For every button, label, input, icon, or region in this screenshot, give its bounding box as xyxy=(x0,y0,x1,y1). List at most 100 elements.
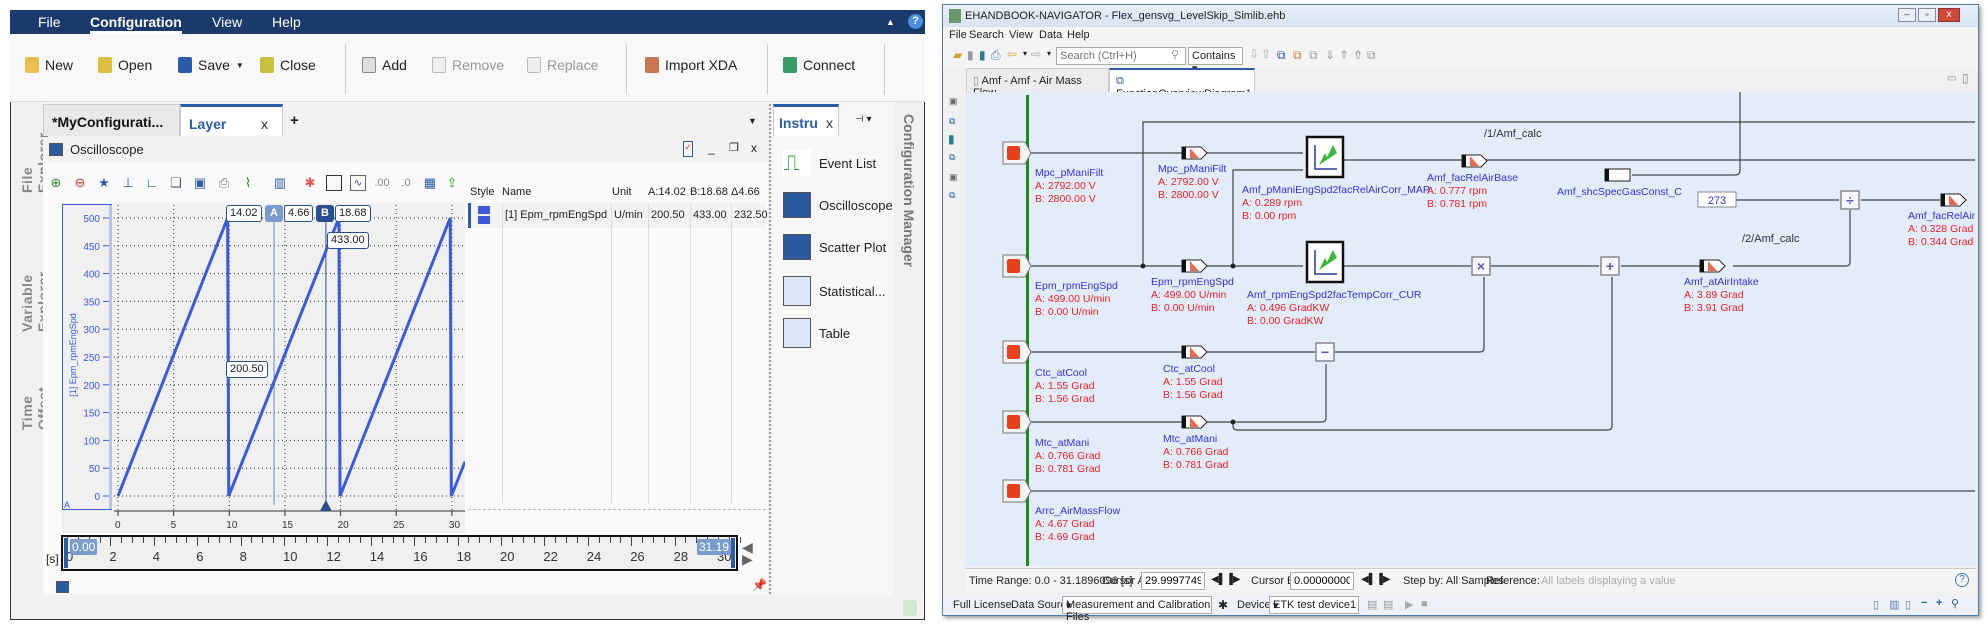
signal-name[interactable]: Arrc_AirMassFlow xyxy=(1035,505,1121,517)
y-axis-scale-icon[interactable]: ⊥ xyxy=(120,175,136,191)
device-connect-icon[interactable]: ▤ xyxy=(1383,598,1393,611)
table-check-icon[interactable]: ▦ xyxy=(422,175,438,191)
save-icon[interactable]: ▮ xyxy=(967,48,974,62)
cursor-b-badge[interactable]: B xyxy=(316,205,334,222)
legend-header-unit[interactable]: Unit xyxy=(612,186,632,198)
export-icon[interactable]: ⇪ xyxy=(444,175,460,191)
search-icon[interactable]: ⚲ xyxy=(1171,48,1179,61)
fit-star-icon[interactable]: ★ xyxy=(96,175,112,191)
x-axis-scale-icon[interactable]: ∟ xyxy=(144,175,160,191)
range-start-handle[interactable] xyxy=(64,538,68,568)
print-icon[interactable]: ⎙ xyxy=(216,175,232,191)
hierarchy-highlight-icon[interactable]: ⧉ xyxy=(1293,48,1302,63)
operator-block[interactable]: × xyxy=(1471,256,1491,276)
settings-gear-icon[interactable]: ✱ xyxy=(302,175,318,191)
minimize-window-button[interactable]: – xyxy=(1898,8,1916,22)
hierarchy-icon[interactable]: ⧉ xyxy=(949,190,955,201)
map-block[interactable] xyxy=(1305,135,1345,179)
signal-name[interactable]: Mtc_atMani xyxy=(1035,437,1089,449)
hierarchy-icon[interactable]: ⧉ xyxy=(949,116,955,127)
hierarchy-icon[interactable]: ⧉ xyxy=(1277,48,1286,63)
signal-name[interactable]: Amf_pManiEngSpd2facRelAirCorr_MAP xyxy=(1242,184,1430,196)
measurement-block[interactable] xyxy=(1181,415,1208,429)
cursor-b-input[interactable] xyxy=(1290,572,1354,590)
next-result-icon[interactable]: ⇩ xyxy=(1249,47,1259,61)
help-icon[interactable]: ? xyxy=(1955,573,1969,587)
oscilloscope-small-icon[interactable] xyxy=(56,581,69,593)
save-button[interactable]: Save ▼ xyxy=(178,57,244,73)
inport-block[interactable] xyxy=(1002,410,1032,434)
checklist-icon[interactable]: ✓ xyxy=(683,141,693,157)
menu-view[interactable]: View xyxy=(212,14,242,30)
instrument-statistical[interactable]: Statistical... xyxy=(783,276,885,306)
remove-button[interactable]: Remove xyxy=(432,57,504,73)
scroll-arrows-icon[interactable]: ◀ ▶ xyxy=(742,540,753,566)
close-icon[interactable]: x xyxy=(751,141,757,155)
time-range-slider[interactable]: 0 2 4 6 8 10 12 14 16 18 20 22 24 26 28 30 xyxy=(61,535,741,571)
tab-layer[interactable]: Layer x xyxy=(180,104,283,136)
constant-block[interactable]: 273 xyxy=(1697,191,1737,208)
side-tab-configuration-manager[interactable]: Configuration Manager xyxy=(901,114,917,267)
inport-block[interactable] xyxy=(1002,340,1032,364)
filter-icon[interactable]: ⧉ xyxy=(1367,48,1376,63)
device-select[interactable]: ETK test device1 ▾ xyxy=(1269,596,1359,614)
tab-list-dropdown-icon[interactable]: ▼ xyxy=(748,116,757,126)
open-folder-icon[interactable]: ▰ xyxy=(953,48,962,62)
signal-name[interactable]: Amf_atAirIntake xyxy=(1684,276,1759,288)
measurement-block[interactable] xyxy=(1940,193,1967,207)
restore-icon[interactable]: ❐ xyxy=(729,141,739,154)
increase-decimals-icon[interactable]: .00 xyxy=(374,175,390,191)
inport-block[interactable] xyxy=(1002,479,1032,503)
inport-block[interactable] xyxy=(1002,141,1032,165)
range-end-handle[interactable] xyxy=(731,538,735,568)
pin-icon[interactable]: 📌 xyxy=(752,578,767,592)
instrument-table[interactable]: Table xyxy=(783,318,850,348)
help-icon[interactable]: ? xyxy=(908,14,923,29)
cursor-a-step-buttons[interactable]: ◀▌▐▶ xyxy=(1211,574,1241,585)
instrument-event-list[interactable]: ⎍ Event List xyxy=(783,150,876,176)
diagram-icon[interactable]: ⧉ xyxy=(949,152,955,163)
cursor-a-badge[interactable]: A xyxy=(265,205,283,222)
signal-name[interactable]: Amf_facRelAir xyxy=(1908,210,1976,222)
close-window-button[interactable]: x xyxy=(1938,8,1960,22)
signal-name[interactable]: Mtc_atMani xyxy=(1163,433,1217,445)
connect-button[interactable]: Connect xyxy=(783,57,855,73)
minimize-icon[interactable]: _ xyxy=(708,141,715,155)
signal-name[interactable]: Epm_rpmEngSpd xyxy=(1151,276,1234,288)
previous-result-icon[interactable]: ⇧ xyxy=(1261,47,1271,61)
tab-myconfiguration[interactable]: *MyConfigurati... ▼ xyxy=(43,104,180,145)
add-button[interactable]: Add xyxy=(362,57,407,73)
menu-help[interactable]: Help xyxy=(1067,29,1090,41)
tab-function-overview-diagram[interactable]: ⧉ FunctionOverviewDiagram1 X xyxy=(1109,68,1255,112)
open-button[interactable]: Open xyxy=(98,57,152,73)
search-mode-dropdown[interactable]: Contains ▾ xyxy=(1188,47,1243,75)
maximize-window-button[interactable]: ▫ xyxy=(1918,8,1936,22)
collapse-ribbon-icon[interactable]: ▲ xyxy=(886,17,895,27)
operator-block[interactable]: + xyxy=(1600,256,1620,276)
hierarchy-collapse-icon[interactable]: ⧉ xyxy=(1309,48,1318,63)
minimize-view-icon[interactable]: ▭ xyxy=(1947,73,1956,84)
close-button[interactable]: Close xyxy=(260,57,316,73)
y-axis-scrollbar[interactable] xyxy=(109,205,112,509)
measurement-block[interactable] xyxy=(1181,259,1208,273)
maximize-view-icon[interactable]: ▯ xyxy=(1962,71,1969,85)
fit-icon[interactable]: ⚲ xyxy=(1951,597,1959,610)
frame-icon[interactable] xyxy=(326,175,342,191)
layout-split-icon[interactable]: ▥ xyxy=(1889,598,1899,611)
stop-icon[interactable]: ■ xyxy=(1421,598,1428,610)
search-input[interactable] xyxy=(1056,47,1186,65)
play-icon[interactable]: ▶ xyxy=(1405,598,1413,611)
signal-name[interactable]: Amf_facRelAirBase xyxy=(1427,172,1518,184)
signal-cursor-icon[interactable]: ⌇ xyxy=(240,175,256,191)
navigate-down-icon[interactable]: ⇓ xyxy=(1325,48,1335,62)
back-arrow-icon[interactable]: ⇦ xyxy=(1007,47,1017,61)
measurement-block[interactable] xyxy=(1461,154,1488,168)
import-xda-button[interactable]: Import XDA xyxy=(645,57,737,73)
measurement-block[interactable] xyxy=(1181,146,1208,160)
signal-name[interactable]: Mpc_pManiFilt xyxy=(1035,167,1103,179)
book-icon[interactable]: ▮ xyxy=(948,132,955,146)
forward-arrow-icon[interactable]: ⇨ xyxy=(1031,47,1041,61)
menu-help[interactable]: Help xyxy=(272,14,301,30)
copy-icon[interactable]: ❏ xyxy=(168,175,184,191)
tab-amf-air-mass-flow[interactable]: ▯ Amf - Amf - Air Mass Flow xyxy=(966,68,1109,99)
